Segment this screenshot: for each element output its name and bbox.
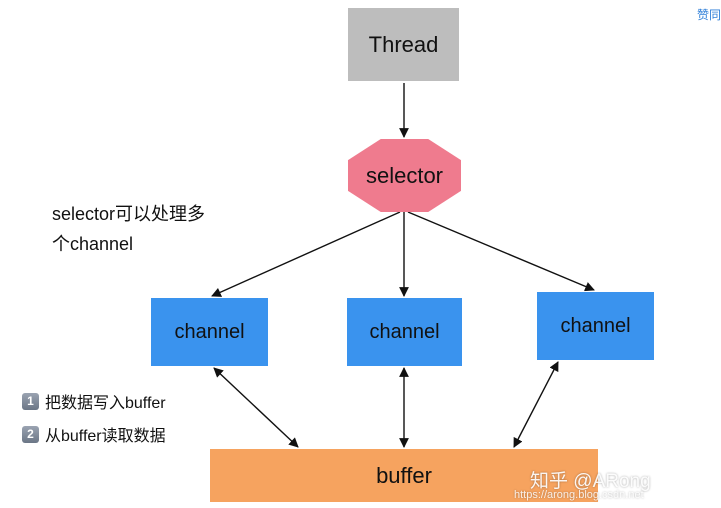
arrow-selector-to-channel-3 — [407, 211, 595, 292]
channel-label-1: channel — [174, 320, 245, 343]
upvote-link[interactable]: 赞同 — [697, 6, 721, 23]
selector-label: selector — [365, 162, 444, 188]
selector-note: selector可以处理多 个channel — [52, 199, 205, 259]
legend-number-1: 1 — [22, 392, 39, 410]
legend-number-2: 2 — [22, 425, 39, 443]
channel-label-3: channel — [560, 314, 631, 337]
channel-box-2: channel — [347, 298, 462, 366]
legend-item-write: 1 把数据写入buffer — [22, 389, 166, 413]
arrow-channel-1-buffer — [213, 367, 299, 448]
selector-note-line-1: selector可以处理多 — [52, 204, 206, 224]
legend-text-2: 从buffer读取数据 — [45, 428, 166, 445]
arrow-selector-to-channel-1 — [211, 211, 401, 297]
thread-label: Thread — [368, 31, 439, 57]
channel-label-2: channel — [369, 320, 440, 343]
legend-text-1: 把数据写入buffer — [45, 395, 166, 412]
arrow-channel-3-buffer — [513, 361, 559, 448]
legend-item-read: 2 从buffer读取数据 — [22, 422, 166, 446]
watermark-url: https://arong.blog.csdn.net — [514, 489, 644, 501]
selector-octagon: selector — [348, 139, 461, 212]
channel-box-1: channel — [151, 298, 268, 366]
thread-box: Thread — [348, 8, 459, 81]
channel-box-3: channel — [537, 292, 654, 360]
selector-note-line-2: 个channel — [52, 234, 134, 254]
buffer-label: buffer — [376, 462, 432, 488]
